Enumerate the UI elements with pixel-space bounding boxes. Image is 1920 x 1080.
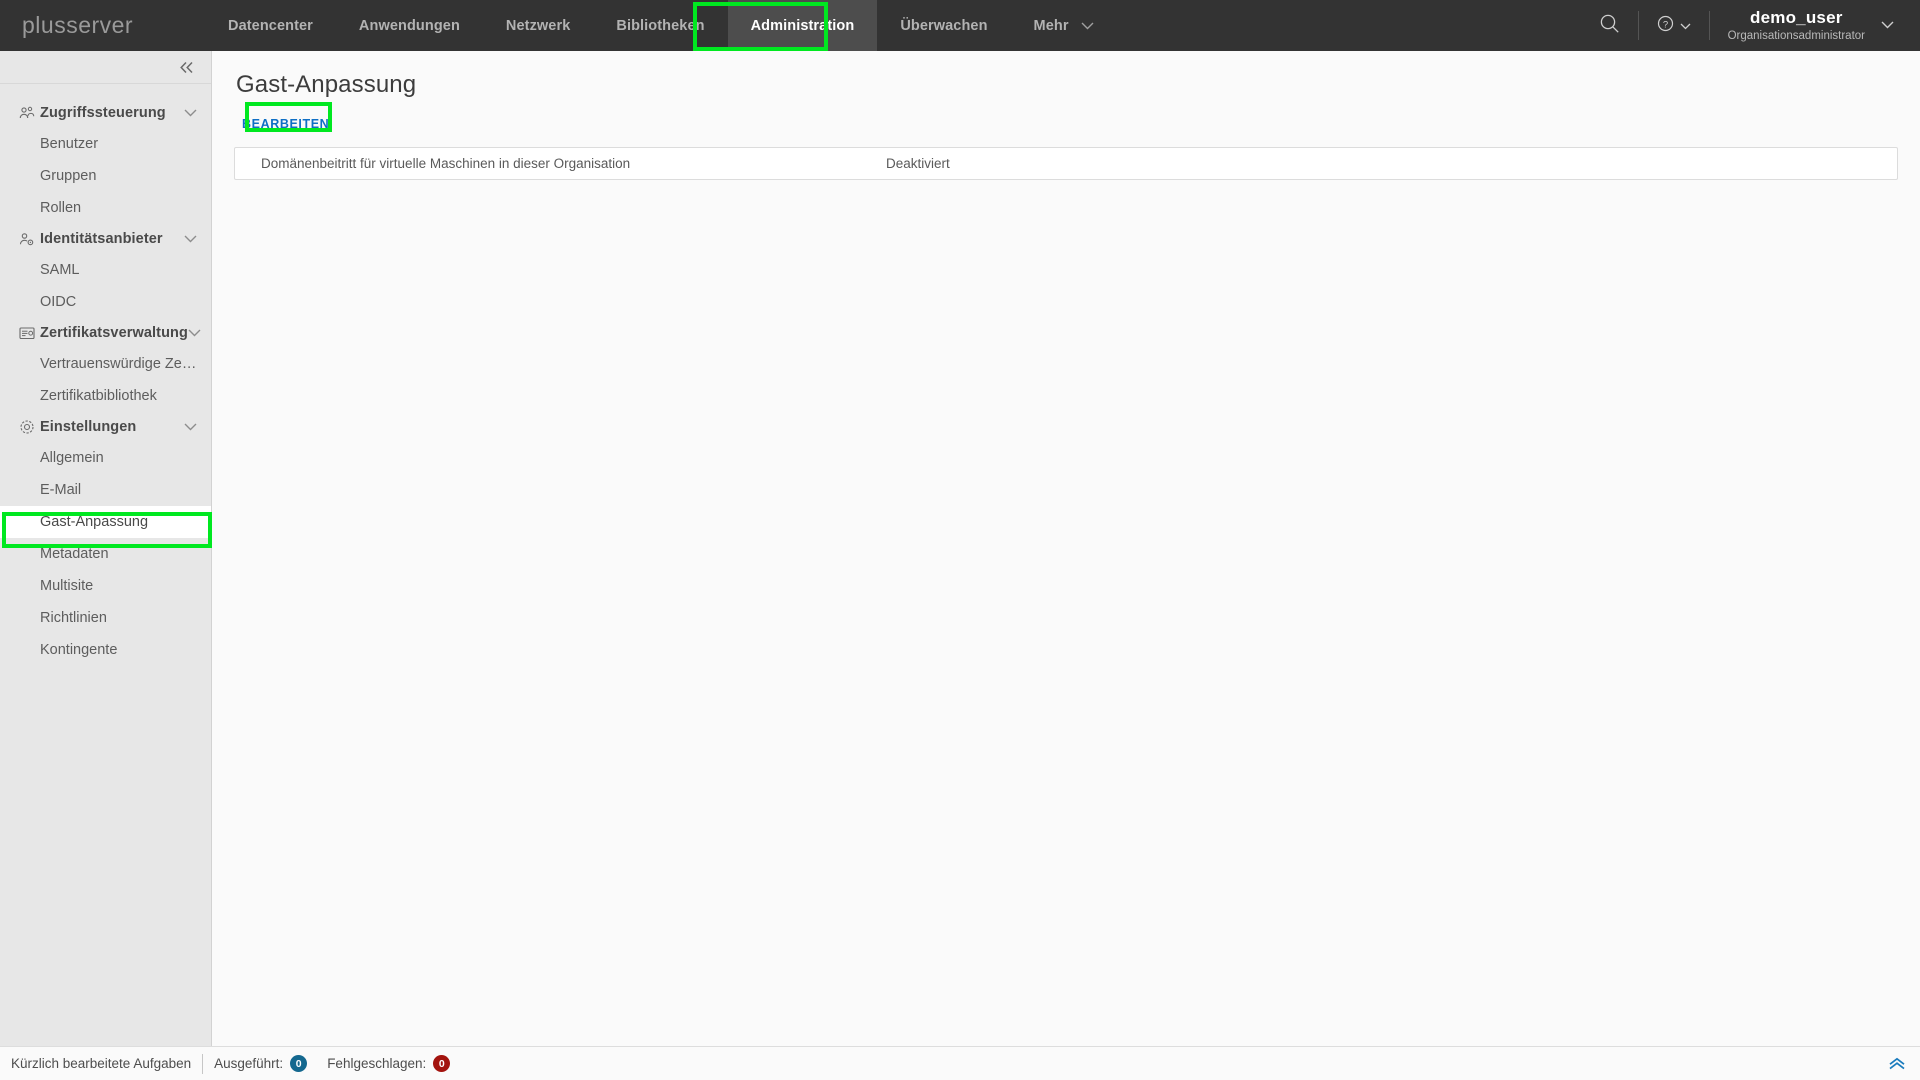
nav-label: Anwendungen <box>358 17 460 34</box>
running-count-badge: 0 <box>290 1055 308 1072</box>
nav-utilities: ? demo_user Organisationsadministrator <box>1599 0 1920 51</box>
gear-icon <box>19 419 40 435</box>
nav-divider <box>1637 11 1639 40</box>
nav-item-datencenter[interactable]: Datencenter <box>205 0 336 51</box>
primary-nav-items: Datencenter Anwendungen Netzwerk Bibliot… <box>205 0 1117 51</box>
page-title: Gast-Anpassung <box>236 71 417 98</box>
double-chevron-up-icon <box>1889 1057 1905 1070</box>
sidebar-item-gast-anpassung[interactable]: Gast-Anpassung <box>0 506 211 538</box>
search-button[interactable] <box>1599 13 1620 39</box>
sidebar-group-label: Zugriffssteuerung <box>40 105 166 121</box>
sidebar-item-benutzer[interactable]: Benutzer <box>0 128 211 160</box>
body-container: Zugriffssteuerung Benutzer Gruppen Rolle… <box>0 51 1920 1046</box>
nav-item-ueberwachen[interactable]: Überwachen <box>877 0 1010 51</box>
chevron-down-icon <box>184 423 197 431</box>
sidebar-group-label: Zertifikatsverwaltung <box>40 325 188 341</box>
search-icon <box>1599 13 1620 39</box>
svg-text:plusserver: plusserver <box>22 13 133 38</box>
nav-item-administration[interactable]: Administration <box>727 0 878 51</box>
running-label: Ausgeführt: <box>214 1056 284 1071</box>
failed-count-badge: 0 <box>433 1055 451 1072</box>
sidebar-item-email[interactable]: E-Mail <box>0 474 211 506</box>
user-role: Organisationsadministrator <box>1727 29 1865 42</box>
chevron-down-icon <box>1081 18 1094 34</box>
sidebar-item-rollen[interactable]: Rollen <box>0 192 211 224</box>
sidebar-item-kontingente[interactable]: Kontingente <box>0 634 211 666</box>
setting-value: Deaktiviert <box>886 156 950 171</box>
sidebar-group-einstellungen[interactable]: Einstellungen <box>0 412 211 442</box>
edit-button[interactable]: BEARBEITEN <box>234 112 337 136</box>
chevron-down-icon <box>184 235 197 243</box>
help-menu-button[interactable]: ? <box>1657 15 1691 37</box>
nav-label: Administration <box>750 17 855 34</box>
user-name: demo_user <box>1750 8 1843 28</box>
sidebar-group-label: Einstellungen <box>40 419 137 435</box>
user-info: demo_user Organisationsadministrator <box>1728 8 1865 43</box>
sidebar-item-zertifikatbibliothek[interactable]: Zertifikatbibliothek <box>0 380 211 412</box>
top-navigation-bar: plusserver Datencenter Anwendungen Netzw… <box>0 0 1920 51</box>
recent-tasks-label[interactable]: Kürzlich bearbeitete Aufgaben <box>11 1056 191 1071</box>
sidebar-item-richtlinien[interactable]: Richtlinien <box>0 602 211 634</box>
certificate-icon <box>19 326 40 340</box>
nav-label: Überwachen <box>900 17 988 34</box>
sidebar-group-zugriffssteuerung[interactable]: Zugriffssteuerung <box>0 98 211 128</box>
users-group-icon <box>19 106 40 121</box>
failed-label: Fehlgeschlagen: <box>327 1056 427 1071</box>
sidebar: Zugriffssteuerung Benutzer Gruppen Rolle… <box>0 51 212 1046</box>
status-bar: Kürzlich bearbeitete Aufgaben Ausgeführt… <box>0 1046 1920 1080</box>
plusserver-wordmark-icon: plusserver <box>22 13 133 38</box>
nav-label: Bibliotheken <box>616 17 705 34</box>
brand-logo[interactable]: plusserver <box>0 0 205 51</box>
sidebar-item-multisite[interactable]: Multisite <box>0 570 211 602</box>
sidebar-collapse-button[interactable] <box>179 61 195 74</box>
sidebar-item-gruppen[interactable]: Gruppen <box>0 160 211 192</box>
nav-item-bibliotheken[interactable]: Bibliotheken <box>593 0 727 51</box>
running-tasks-stat[interactable]: Ausgeführt: 0 <box>214 1055 308 1072</box>
footer-expand-button[interactable] <box>1888 1057 1906 1070</box>
user-account-menu[interactable]: demo_user Organisationsadministrator <box>1728 8 1894 43</box>
settings-row: Domänenbeitritt für virtuelle Maschinen … <box>234 147 1898 180</box>
sidebar-group-label: Identitätsanbieter <box>40 231 163 247</box>
sidebar-item-allgemein[interactable]: Allgemein <box>0 442 211 474</box>
sidebar-item-oidc[interactable]: OIDC <box>0 286 211 318</box>
sidebar-item-saml[interactable]: SAML <box>0 254 211 286</box>
nav-label: Datencenter <box>228 17 313 34</box>
chevron-down-icon <box>1680 17 1691 35</box>
chevron-down-icon <box>184 109 197 117</box>
sidebar-group-identitaetsanbieter[interactable]: Identitätsanbieter <box>0 224 211 254</box>
main-content: Gast-Anpassung BEARBEITEN Domänenbeitrit… <box>212 51 1920 1046</box>
nav-item-anwendungen[interactable]: Anwendungen <box>336 0 483 51</box>
content-toolbar: BEARBEITEN <box>234 109 1898 139</box>
double-chevron-left-icon <box>180 61 193 73</box>
user-gear-icon <box>19 232 40 247</box>
sidebar-nav-list: Zugriffssteuerung Benutzer Gruppen Rolle… <box>0 84 211 666</box>
help-circle-icon: ? <box>1657 15 1674 37</box>
chevron-down-icon <box>188 329 201 337</box>
nav-item-netzwerk[interactable]: Netzwerk <box>483 0 593 51</box>
nav-divider <box>1708 11 1710 40</box>
nav-label: Netzwerk <box>505 17 571 34</box>
svg-text:?: ? <box>1662 19 1667 30</box>
sidebar-group-zertifikatsverwaltung[interactable]: Zertifikatsverwaltung <box>0 318 211 348</box>
sidebar-item-vertrauenswuerdige-zertifikate[interactable]: Vertrauenswürdige Zertifi… <box>0 348 211 380</box>
app-root: plusserver Datencenter Anwendungen Netzw… <box>0 0 1920 1080</box>
setting-label: Domänenbeitritt für virtuelle Maschinen … <box>261 156 631 171</box>
sidebar-item-metadaten[interactable]: Metadaten <box>0 538 211 570</box>
sidebar-header <box>0 51 211 84</box>
nav-item-mehr[interactable]: Mehr <box>1011 0 1117 51</box>
footer-divider <box>202 1053 204 1074</box>
chevron-down-icon <box>1881 16 1894 34</box>
failed-tasks-stat[interactable]: Fehlgeschlagen: 0 <box>327 1055 451 1072</box>
nav-label: Mehr <box>1033 17 1069 34</box>
